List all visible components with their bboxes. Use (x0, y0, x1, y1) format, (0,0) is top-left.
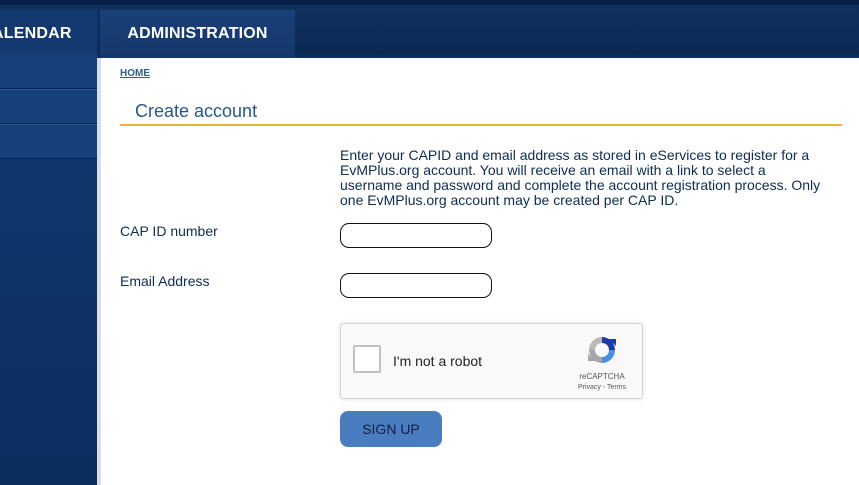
email-label: Email Address (120, 273, 210, 289)
sidebar (0, 55, 97, 485)
breadcrumb-home-link[interactable]: HOME (120, 68, 150, 79)
title-divider (120, 124, 842, 126)
nav-tab-administration[interactable]: ADMINISTRATION (100, 10, 295, 60)
nav-tab-calendar[interactable]: ALENDAR (0, 10, 97, 58)
recaptcha-logo-icon (588, 337, 616, 363)
main-content: HOME Create account Enter your CAPID and… (97, 58, 859, 485)
top-nav-bar: ALENDAR ADMINISTRATION (0, 0, 859, 60)
intro-text: Enter your CAPID and email address as st… (340, 147, 821, 208)
sidebar-item[interactable] (0, 89, 97, 124)
recaptcha-privacy-link[interactable]: Privacy (578, 384, 601, 391)
sign-up-button[interactable]: SIGN UP (340, 411, 442, 447)
capid-label: CAP ID number (120, 223, 218, 239)
sidebar-item[interactable] (0, 55, 97, 89)
nav-tab-label: ALENDAR (0, 25, 72, 42)
capid-input[interactable] (340, 223, 492, 248)
recaptcha-terms-link[interactable]: Terms (607, 384, 626, 391)
sidebar-item[interactable] (0, 124, 97, 159)
email-input[interactable] (340, 273, 492, 298)
recaptcha-links: Privacy - Terms (571, 384, 633, 391)
nav-tab-label: ADMINISTRATION (127, 25, 268, 42)
recaptcha-brand: reCAPTCHA (579, 372, 625, 381)
recaptcha-checkbox[interactable] (353, 345, 381, 373)
recaptcha-label: I'm not a robot (393, 353, 483, 369)
recaptcha-widget: I'm not a robot reCAPTCHA Privacy - Term… (340, 323, 643, 399)
page-title: Create account (135, 101, 258, 121)
